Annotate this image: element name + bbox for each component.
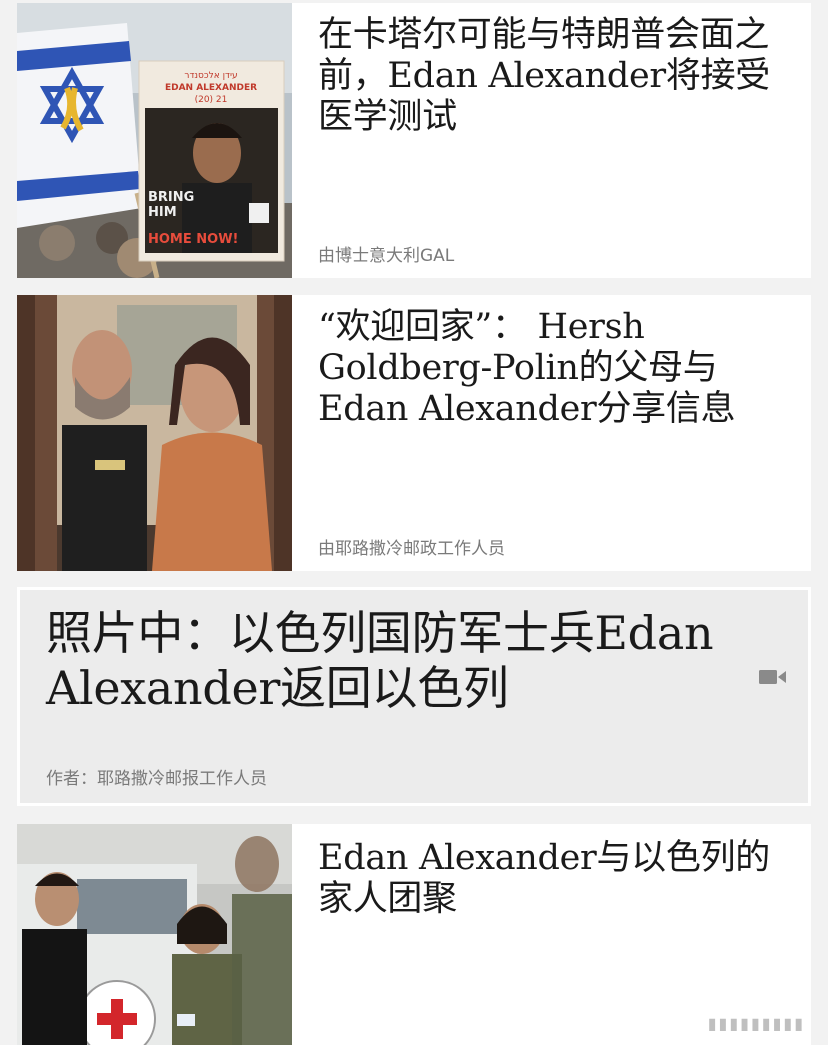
sign-him-text: HIM: [148, 205, 177, 220]
article-byline-2: 由耶路撒冷邮政工作人员: [318, 539, 505, 559]
sign-name-text: EDAN ALEXANDER: [165, 83, 257, 93]
sign-age-text: (20) 21: [195, 95, 228, 105]
article-card-4[interactable]: Edan Alexander与以色列的家人团聚 ▮▮▮▮▮▮▮▮▮: [17, 824, 811, 1045]
article-headline-2[interactable]: “欢迎回家”： Hersh Goldberg-Polin的父母与Edan Ale…: [318, 307, 781, 430]
article-byline-3: 作者：耶路撒冷邮报工作人员: [46, 769, 267, 789]
article-headline-3[interactable]: 照片中：以色列国防军士兵Edan Alexander返回以色列: [46, 606, 738, 716]
article-byline-1: 由博士意大利GAL: [318, 246, 455, 266]
article-thumbnail-4[interactable]: [17, 824, 292, 1045]
watermark: ▮▮▮▮▮▮▮▮▮: [707, 1014, 805, 1033]
article-card-3[interactable]: 照片中：以色列国防军士兵Edan Alexander返回以色列 作者：耶路撒冷邮…: [17, 587, 811, 806]
sign-hebrew-text: עידן אלכסנדר: [184, 71, 237, 81]
reunion-photo-image: [17, 824, 292, 1045]
article-thumbnail-2[interactable]: [17, 295, 292, 571]
article-headline-1[interactable]: 在卡塔尔可能与特朗普会面之前，Edan Alexander将接受医学测试: [318, 15, 781, 138]
parents-photo-image: [17, 295, 292, 571]
article-thumbnail-1[interactable]: עידן אלכסנדר EDAN ALEXANDER (20) 21 BRIN…: [17, 3, 292, 278]
flag-and-sign-image: עידן אלכסנדר EDAN ALEXANDER (20) 21 BRIN…: [17, 3, 292, 278]
sign-bring-text: BRING: [148, 190, 194, 205]
sign-home-now-text: HOME NOW!: [148, 232, 238, 247]
article-headline-4[interactable]: Edan Alexander与以色列的家人团聚: [318, 838, 781, 920]
article-card-2[interactable]: “欢迎回家”： Hersh Goldberg-Polin的父母与Edan Ale…: [17, 295, 811, 571]
article-card-1[interactable]: עידן אלכסנדר EDAN ALEXANDER (20) 21 BRIN…: [17, 3, 811, 278]
video-camera-icon: [759, 670, 786, 684]
